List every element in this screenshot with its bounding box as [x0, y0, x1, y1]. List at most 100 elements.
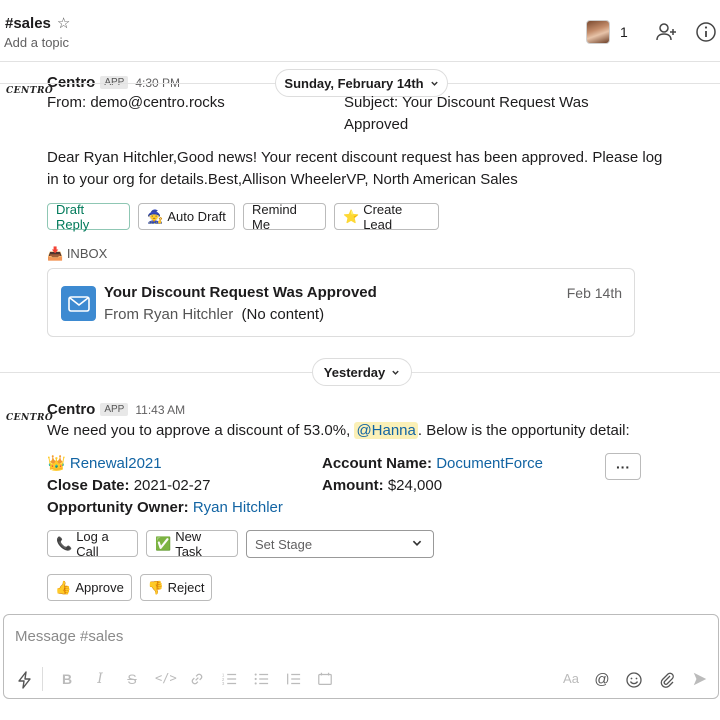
opportunity-name-row: 👑 Renewal2021	[47, 453, 162, 475]
draft-reply-button[interactable]: Draft Reply	[47, 201, 130, 232]
date-pill-yesterday[interactable]: Yesterday	[312, 358, 412, 386]
message-composer[interactable]: Message #sales B I S </> 123 Aa @	[3, 614, 719, 699]
subject-line: Subject: Your Discount Request Was Appro…	[344, 92, 614, 136]
approve-label: Approve	[75, 580, 124, 595]
italic-icon[interactable]: I	[91, 671, 109, 687]
bulleted-list-icon[interactable]	[252, 671, 270, 687]
body-line-1: Dear Ryan Hitchler,Good news! Your recen…	[47, 149, 663, 166]
create-lead-button[interactable]: ⭐ Create Lead	[334, 202, 439, 232]
centro-logo: CENTRO	[6, 413, 54, 423]
channel-header: #sales ☆ Add a topic 1	[0, 0, 720, 62]
crown-icon: 👑	[47, 455, 66, 472]
thumbs-up-icon: 👍	[55, 579, 72, 595]
approve-button[interactable]: 👍 Approve	[47, 574, 132, 601]
approval-request-text: We need you to approve a discount of 53.…	[47, 420, 630, 442]
more-actions-button[interactable]: ···	[605, 453, 641, 480]
blockquote-icon[interactable]	[284, 671, 302, 687]
thumbs-down-icon: 👎	[147, 579, 164, 595]
new-task-button[interactable]: ✅ New Task	[146, 528, 238, 559]
email-card-content: (No content)	[241, 306, 325, 323]
close-date-label: Close Date:	[47, 477, 130, 494]
message-input[interactable]: Message #sales	[15, 628, 123, 645]
code-block-icon[interactable]	[316, 671, 334, 687]
toolbar-separator	[42, 667, 43, 691]
remind-me-button[interactable]: Remind Me	[243, 201, 326, 232]
request-text-after: . Below is the opportunity detail:	[417, 422, 630, 439]
svg-text:3: 3	[222, 681, 225, 686]
inbox-label-row: 📥 INBOX	[47, 243, 107, 265]
check-icon: ✅	[155, 535, 172, 551]
opportunity-name-link[interactable]: Renewal2021	[70, 455, 162, 472]
amount-row: Amount: $24,000	[322, 475, 442, 497]
message-header: Centro APP 11:43 AM	[47, 401, 185, 418]
email-card-title[interactable]: Your Discount Request Was Approved	[104, 284, 377, 301]
auto-draft-button[interactable]: 🧙 Auto Draft	[138, 203, 235, 230]
message-body: Dear Ryan Hitchler,Good news! Your recen…	[47, 147, 667, 191]
owner-label: Opportunity Owner:	[47, 499, 189, 516]
amount-label: Amount:	[322, 477, 384, 494]
remind-me-label: Remind Me	[252, 201, 297, 232]
close-date-value: 2021-02-27	[133, 477, 211, 494]
inbox-tray-icon: 📥	[47, 246, 64, 261]
strikethrough-icon[interactable]: S	[123, 671, 141, 687]
from-value: demo@centro.rocks	[90, 94, 225, 111]
set-stage-placeholder: Set Stage	[255, 536, 313, 552]
mail-icon	[61, 286, 96, 321]
reject-button[interactable]: 👎 Reject	[140, 574, 212, 601]
date-pill-label: Yesterday	[323, 364, 386, 380]
shortcuts-lightning-icon[interactable]	[16, 671, 34, 689]
mention-icon[interactable]: @	[593, 671, 611, 688]
user-mention[interactable]: @Hanna	[354, 422, 418, 439]
chevron-down-icon	[392, 370, 399, 375]
request-text-before: We need you to approve a discount of 53.…	[47, 422, 351, 439]
from-line: From: demo@centro.rocks	[47, 92, 225, 114]
member-count[interactable]: 1	[620, 24, 628, 40]
date-pill-label: Sunday, February 14th	[284, 75, 424, 91]
bold-icon[interactable]: B	[58, 671, 76, 687]
app-badge: APP	[100, 403, 129, 416]
channel-title[interactable]: #sales ☆	[5, 14, 70, 33]
account-name-row: Account Name: DocumentForce	[322, 453, 543, 475]
wizard-icon: 🧙	[147, 208, 164, 224]
amount-value: $24,000	[387, 477, 443, 494]
draft-reply-label: Draft Reply	[56, 201, 90, 232]
emoji-icon[interactable]	[625, 671, 643, 689]
ordered-list-icon[interactable]: 123	[220, 671, 238, 687]
sender-name[interactable]: Centro	[47, 401, 95, 418]
phone-icon: 📞	[56, 535, 73, 551]
set-stage-select[interactable]: Set Stage	[246, 530, 434, 558]
log-call-label: Log a Call	[76, 528, 109, 559]
auto-draft-label: Auto Draft	[167, 209, 226, 224]
link-icon[interactable]	[188, 671, 206, 687]
email-card-subtitle: From Ryan Hitchler (No content)	[104, 306, 324, 323]
member-avatar[interactable]	[586, 20, 610, 44]
formatting-toggle-icon[interactable]: Aa	[560, 671, 582, 686]
add-member-icon[interactable]	[654, 20, 678, 44]
channel-name[interactable]: #sales	[5, 15, 51, 32]
centro-logo: CENTRO	[6, 86, 54, 96]
message-time[interactable]: 11:43 AM	[135, 403, 185, 417]
account-label: Account Name:	[322, 455, 433, 472]
account-link[interactable]: DocumentForce	[436, 455, 543, 472]
new-task-label: New Task	[175, 528, 202, 559]
from-label: From:	[47, 94, 87, 111]
send-icon[interactable]	[691, 671, 709, 687]
subject-label: Subject	[344, 94, 395, 111]
owner-link[interactable]: Ryan Hitchler	[193, 499, 283, 516]
star-icon[interactable]: ☆	[57, 14, 70, 32]
email-card-from: From Ryan Hitchler	[104, 306, 234, 323]
code-icon[interactable]: </>	[155, 671, 177, 685]
chevron-down-icon	[430, 81, 438, 86]
chevron-down-icon	[412, 540, 422, 546]
inbox-label: INBOX	[66, 246, 108, 261]
log-call-button[interactable]: 📞 Log a Call	[47, 528, 138, 559]
star-emoji-icon: ⭐	[343, 208, 360, 224]
attachment-icon[interactable]	[658, 671, 676, 689]
close-date-row: Close Date: 2021-02-27	[47, 475, 210, 497]
body-line-2: in to your org for details.Best,Allison …	[47, 171, 518, 188]
info-icon[interactable]	[694, 20, 718, 44]
add-topic-link[interactable]: Add a topic	[4, 35, 69, 50]
owner-row: Opportunity Owner: Ryan Hitchler	[47, 497, 283, 519]
email-card-date: Feb 14th	[566, 285, 622, 301]
email-card[interactable]: Your Discount Request Was Approved From …	[47, 268, 635, 337]
